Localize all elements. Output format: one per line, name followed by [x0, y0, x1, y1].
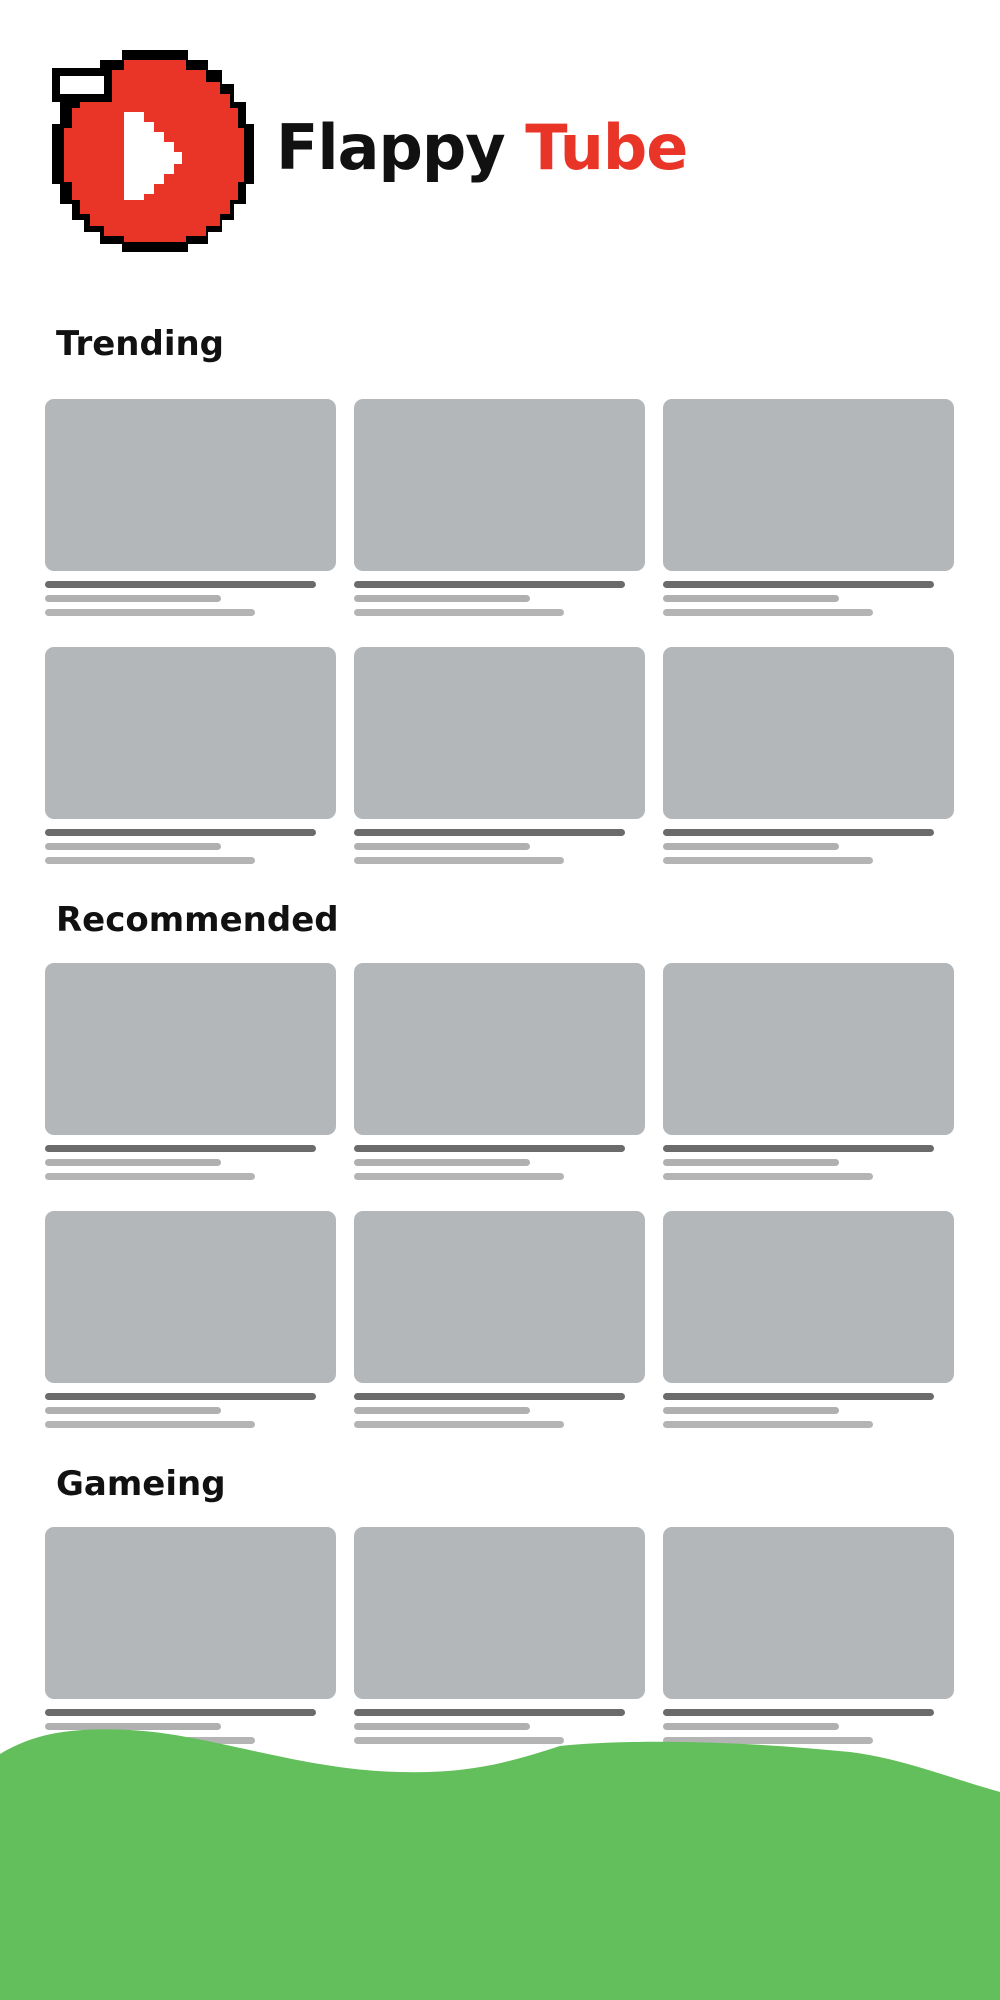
video-card[interactable] — [354, 963, 645, 1183]
video-card[interactable] — [45, 399, 336, 619]
video-meta-placeholder — [663, 609, 873, 616]
video-thumbnail[interactable] — [663, 1211, 954, 1383]
app-title: Flappy Tube — [276, 108, 688, 188]
video-thumbnail[interactable] — [663, 963, 954, 1135]
video-thumbnail[interactable] — [354, 647, 645, 819]
video-meta-placeholder — [354, 609, 564, 616]
video-title-placeholder — [354, 829, 625, 836]
video-meta-placeholder — [354, 1421, 564, 1428]
video-title-placeholder — [45, 1393, 316, 1400]
video-thumbnail[interactable] — [663, 399, 954, 571]
video-title-placeholder — [45, 829, 316, 836]
video-meta-placeholder — [45, 609, 255, 616]
video-thumbnail[interactable] — [663, 1527, 954, 1699]
video-title-placeholder — [663, 829, 934, 836]
video-thumbnail[interactable] — [354, 1211, 645, 1383]
ground-hill — [0, 1700, 1000, 2000]
video-meta-placeholder — [45, 1173, 255, 1180]
video-channel-placeholder — [45, 1407, 221, 1414]
video-thumbnail[interactable] — [45, 399, 336, 571]
video-meta-placeholder — [354, 857, 564, 864]
video-card[interactable] — [663, 963, 954, 1183]
video-card[interactable] — [354, 1211, 645, 1431]
video-title-placeholder — [45, 581, 316, 588]
video-thumbnail[interactable] — [354, 963, 645, 1135]
video-channel-placeholder — [354, 595, 530, 602]
video-meta-placeholder — [663, 1421, 873, 1428]
video-card[interactable] — [45, 963, 336, 1183]
video-meta-placeholder — [354, 1173, 564, 1180]
video-channel-placeholder — [663, 1159, 839, 1166]
video-channel-placeholder — [354, 1159, 530, 1166]
video-channel-placeholder — [45, 843, 221, 850]
video-meta-placeholder — [663, 857, 873, 864]
video-meta-placeholder — [45, 857, 255, 864]
video-card[interactable] — [663, 647, 954, 867]
video-card[interactable] — [663, 399, 954, 619]
section-title: Trending — [56, 324, 225, 364]
video-channel-placeholder — [663, 843, 839, 850]
video-meta-placeholder — [45, 1421, 255, 1428]
video-thumbnail[interactable] — [45, 1527, 336, 1699]
video-card[interactable] — [354, 399, 645, 619]
video-thumbnail[interactable] — [45, 1211, 336, 1383]
video-channel-placeholder — [354, 1407, 530, 1414]
flappy-bird-play-icon[interactable] — [52, 50, 256, 254]
video-channel-placeholder — [45, 1159, 221, 1166]
video-card[interactable] — [663, 1211, 954, 1431]
video-card[interactable] — [354, 647, 645, 867]
video-thumbnail[interactable] — [354, 399, 645, 571]
section-title: Recommended — [56, 900, 339, 940]
video-channel-placeholder — [663, 1407, 839, 1414]
video-card[interactable] — [45, 1211, 336, 1431]
video-channel-placeholder — [45, 595, 221, 602]
app-root: Flappy Tube Trending Recommended Gameing — [0, 0, 1000, 2000]
video-title-placeholder — [354, 581, 625, 588]
app-title-part1: Flappy — [276, 111, 506, 184]
video-thumbnail[interactable] — [663, 647, 954, 819]
video-card[interactable] — [45, 647, 336, 867]
video-thumbnail[interactable] — [354, 1527, 645, 1699]
video-title-placeholder — [45, 1145, 316, 1152]
video-title-placeholder — [663, 1145, 934, 1152]
video-thumbnail[interactable] — [45, 963, 336, 1135]
video-channel-placeholder — [663, 595, 839, 602]
video-title-placeholder — [663, 581, 934, 588]
video-title-placeholder — [354, 1393, 625, 1400]
video-title-placeholder — [354, 1145, 625, 1152]
app-title-part2: Tube — [525, 111, 688, 184]
video-channel-placeholder — [354, 843, 530, 850]
section-title: Gameing — [56, 1464, 226, 1504]
video-meta-placeholder — [663, 1173, 873, 1180]
video-thumbnail[interactable] — [45, 647, 336, 819]
video-title-placeholder — [663, 1393, 934, 1400]
